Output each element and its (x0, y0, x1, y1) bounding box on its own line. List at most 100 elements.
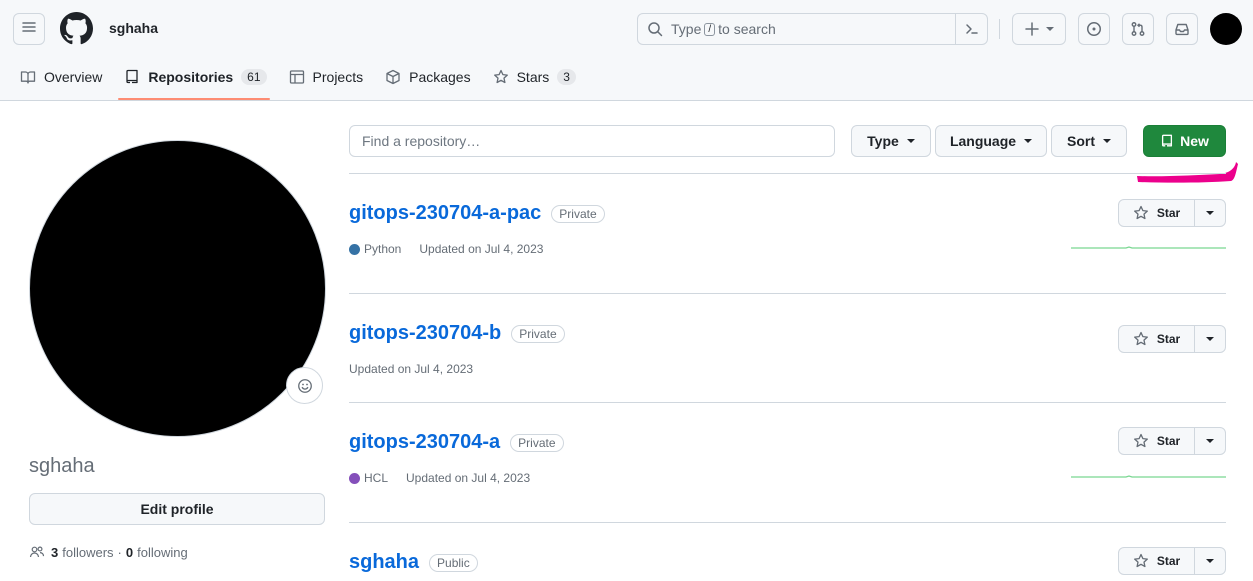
star-button[interactable]: Star (1119, 548, 1195, 574)
tab-packages[interactable]: Packages (385, 60, 478, 94)
active-tab-indicator (118, 98, 270, 100)
star-list-dropdown[interactable] (1195, 326, 1225, 352)
star-label: Star (1156, 206, 1181, 220)
star-button[interactable]: Star (1119, 200, 1195, 226)
star-list-dropdown[interactable] (1195, 548, 1225, 574)
search-hint-prefix: Type (671, 21, 702, 37)
tab-stars[interactable]: Stars 3 (493, 60, 584, 94)
people-icon (29, 544, 45, 560)
find-repository-input[interactable]: Find a repository… (349, 125, 835, 157)
star-button[interactable]: Star (1119, 326, 1195, 352)
profile-username: sghaha (29, 455, 95, 477)
star-icon (1133, 433, 1149, 449)
user-avatar-menu[interactable] (1210, 13, 1242, 45)
visibility-badge: Public (429, 553, 478, 572)
star-button-group: Star (1118, 547, 1226, 575)
issue-opened-icon (1086, 21, 1102, 37)
table-icon (289, 69, 305, 85)
star-button-group: Star (1118, 325, 1226, 353)
updated-time: Updated on Jul 4, 2023 (349, 362, 474, 376)
star-button-group: Star (1118, 427, 1226, 455)
issues-button[interactable] (1078, 13, 1110, 45)
star-icon (493, 69, 509, 85)
create-new-button[interactable] (1012, 13, 1066, 45)
search-hint-suffix: to search (718, 21, 776, 37)
global-search-input[interactable]: Type / to search (637, 13, 988, 45)
type-filter-button[interactable]: Type (851, 125, 931, 157)
menu-button[interactable] (13, 13, 45, 45)
tab-packages-label: Packages (409, 69, 471, 85)
star-label: Star (1156, 332, 1181, 346)
chevron-down-icon (1046, 27, 1054, 31)
hamburger-icon (21, 19, 37, 40)
chevron-down-icon (906, 139, 915, 143)
language-filter-button[interactable]: Language (935, 125, 1047, 157)
plus-icon (1024, 21, 1040, 37)
inbox-icon (1174, 21, 1190, 37)
language-color-dot (349, 243, 360, 255)
profile-tabs: Overview Repositories 61 Projects Packag… (20, 60, 598, 101)
star-label: Star (1156, 554, 1181, 568)
language-color-dot (349, 472, 360, 484)
header-divider (999, 19, 1000, 39)
stars-count-badge: 3 (557, 69, 576, 85)
visibility-badge: Private (551, 204, 605, 223)
chevron-down-icon (1206, 439, 1214, 443)
tab-repositories[interactable]: Repositories 61 (124, 60, 274, 94)
package-icon (385, 69, 401, 85)
star-list-dropdown[interactable] (1195, 428, 1225, 454)
star-list-dropdown[interactable] (1195, 200, 1225, 226)
command-palette-button[interactable] (955, 14, 987, 44)
pull-requests-button[interactable] (1122, 13, 1154, 45)
sort-label: Sort (1067, 133, 1095, 149)
follow-separator: · (117, 544, 122, 560)
repo-name-link[interactable]: gitops-230704-a-pac (349, 202, 541, 225)
inbox-button[interactable] (1166, 13, 1198, 45)
tab-projects-label: Projects (312, 69, 364, 85)
followers-label[interactable]: followers (62, 545, 113, 560)
following-count[interactable]: 0 (126, 545, 133, 560)
star-label: Star (1156, 434, 1181, 448)
chevron-down-icon (1206, 211, 1214, 215)
visibility-badge: Private (511, 324, 565, 343)
star-icon (1133, 331, 1149, 347)
star-icon (1133, 205, 1149, 221)
tab-overview[interactable]: Overview (20, 60, 110, 94)
header-username[interactable]: sghaha (109, 20, 158, 36)
terminal-icon (964, 21, 980, 37)
tab-stars-label: Stars (516, 69, 550, 85)
chevron-down-icon (1206, 337, 1214, 341)
tab-projects[interactable]: Projects (289, 60, 372, 94)
smiley-icon (297, 378, 313, 394)
repo-name-link[interactable]: gitops-230704-b (349, 322, 501, 345)
updated-time: Updated on Jul 4, 2023 (419, 242, 544, 256)
repo-icon (124, 69, 140, 85)
star-button-group: Star (1118, 199, 1226, 227)
new-repository-button[interactable]: New (1143, 125, 1226, 157)
language-filter-label: Language (949, 133, 1017, 149)
repo-name-link[interactable]: sghaha (349, 551, 419, 574)
tab-overview-label: Overview (44, 69, 103, 85)
follow-stats: 3 followers · 0 following (29, 544, 188, 560)
new-button-label: New (1180, 133, 1209, 149)
chevron-down-icon (1103, 139, 1111, 143)
list-item: gitops-230704-b Private Updated on Jul 4… (349, 294, 1226, 403)
edit-profile-button[interactable]: Edit profile (29, 493, 325, 525)
chevron-down-icon (1024, 139, 1033, 143)
profile-avatar[interactable] (29, 140, 326, 437)
star-icon (1133, 553, 1149, 569)
repo-language: Python (349, 242, 401, 256)
sort-button[interactable]: Sort (1051, 125, 1127, 157)
search-icon (647, 21, 663, 37)
language-name: Python (364, 242, 402, 256)
star-button[interactable]: Star (1119, 428, 1195, 454)
followers-count[interactable]: 3 (51, 545, 58, 560)
book-icon (20, 69, 36, 85)
global-header: sghaha Type / to search Overview Reposit… (0, 0, 1253, 101)
repo-name-link[interactable]: gitops-230704-a (349, 431, 500, 454)
github-logo-icon[interactable] (60, 12, 93, 45)
language-name: HCL (364, 471, 389, 485)
updated-time: Updated on Jul 4, 2023 (406, 471, 531, 485)
following-label[interactable]: following (137, 545, 188, 560)
set-status-button[interactable] (286, 367, 323, 404)
